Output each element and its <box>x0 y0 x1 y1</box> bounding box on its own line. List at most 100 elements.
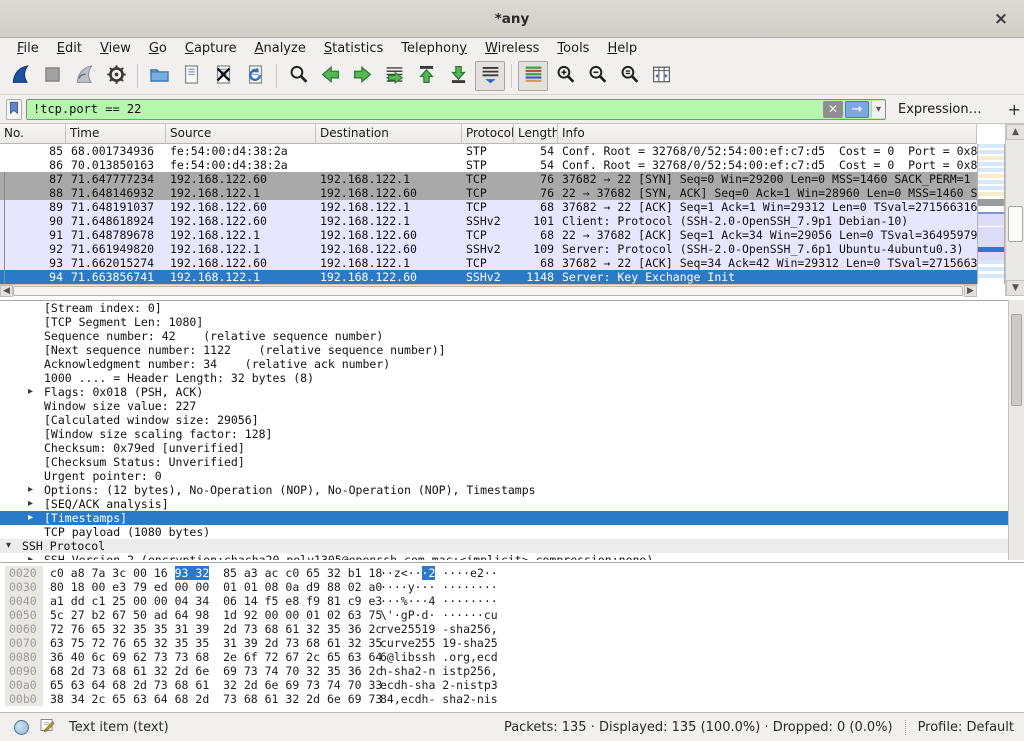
detail-line[interactable]: ▾SSH Protocol <box>0 539 1008 553</box>
expander-collapsed-icon[interactable]: ▸ <box>28 385 40 399</box>
column-header-destination[interactable]: Destination <box>316 124 462 143</box>
detail-line[interactable]: TCP payload (1080 bytes) <box>0 525 1008 539</box>
find-packet-button[interactable] <box>283 61 313 91</box>
details-scroll-thumb[interactable] <box>1011 314 1022 406</box>
detail-line[interactable]: [Calculated window size: 29056] <box>0 413 1008 427</box>
packet-row[interactable]: 9071.648618924192.168.122.60192.168.122.… <box>0 214 977 228</box>
packet-row[interactable]: 8568.001734936fe:54:00:d4:38:2aSTP54Conf… <box>0 144 977 158</box>
profile-button[interactable]: Profile: Default <box>918 720 1014 735</box>
detail-line[interactable]: ▸[Timestamps] <box>0 511 1008 525</box>
hex-row[interactable]: 00a065 63 64 68 2d 73 68 61 32 2d 6e 69 … <box>0 678 1024 692</box>
scroll-up-icon[interactable]: ▲ <box>1006 124 1024 140</box>
menu-wireless[interactable]: Wireless <box>476 40 548 57</box>
hex-bytes[interactable]: 63 75 72 76 65 32 35 35 31 39 2d 73 68 6… <box>50 636 382 650</box>
zoom-reset-button[interactable] <box>614 61 644 91</box>
hex-ascii[interactable]: ecdh-sha 2-nistp3 <box>380 678 498 692</box>
zoom-in-button[interactable] <box>550 61 580 91</box>
filter-apply-icon[interactable]: → <box>845 101 869 118</box>
column-header-source[interactable]: Source <box>166 124 316 143</box>
auto-scroll-button[interactable] <box>475 61 505 91</box>
start-capture-button[interactable] <box>5 61 35 91</box>
scroll-left-icon[interactable]: ◀ <box>0 285 13 297</box>
column-header-protocol[interactable]: Protocol <box>462 124 514 143</box>
hex-bytes[interactable]: c0 a8 7a 3c 00 16 93 32 85 a3 ac c0 65 3… <box>50 566 382 580</box>
hex-ascii[interactable]: \'·gP·d· ······cu <box>380 608 498 622</box>
filter-dropdown-icon[interactable]: ▾ <box>871 101 885 118</box>
hex-ascii[interactable]: 84,ecdh- sha2-nis <box>380 692 498 706</box>
open-file-button[interactable] <box>144 61 174 91</box>
hex-ascii[interactable]: rve25519 -sha256, <box>380 622 498 636</box>
save-file-button[interactable] <box>176 61 206 91</box>
detail-line[interactable]: [Window size scaling factor: 128] <box>0 427 1008 441</box>
packet-list-hscrollbar[interactable]: ◀ ▶ <box>0 284 977 296</box>
add-filter-button[interactable]: + <box>1002 100 1024 119</box>
detail-line[interactable]: 1000 .... = Header Length: 32 bytes (8) <box>0 371 1008 385</box>
expander-collapsed-icon[interactable]: ▸ <box>28 553 40 560</box>
detail-line[interactable]: [Checksum Status: Unverified] <box>0 455 1008 469</box>
hex-ascii[interactable]: ··z<···2 ····e2·· <box>380 566 498 580</box>
detail-line[interactable]: ▸SSH Version 2 (encryption:chacha20-poly… <box>0 553 1008 560</box>
hex-row[interactable]: 007063 75 72 76 65 32 35 35 31 39 2d 73 … <box>0 636 1024 650</box>
hex-bytes[interactable]: 5c 27 b2 67 50 ad 64 98 1d 92 00 00 01 0… <box>50 608 382 622</box>
detail-line[interactable]: [Stream index: 0] <box>0 301 1008 315</box>
detail-line[interactable]: Acknowledgment number: 34 (relative ack … <box>0 357 1008 371</box>
hex-row[interactable]: 0040a1 dd c1 25 00 00 04 34 06 14 f5 e8 … <box>0 594 1024 608</box>
expert-info-icon[interactable] <box>14 720 29 735</box>
menu-view[interactable]: View <box>91 40 140 57</box>
expander-collapsed-icon[interactable]: ▸ <box>28 483 40 497</box>
hex-bytes[interactable]: 72 76 65 32 35 35 31 39 2d 73 68 61 32 3… <box>50 622 382 636</box>
hex-ascii[interactable]: curve255 19-sha25 <box>380 636 498 650</box>
hex-row[interactable]: 006072 76 65 32 35 35 31 39 2d 73 68 61 … <box>0 622 1024 636</box>
hex-ascii[interactable]: ····y··· ········ <box>380 580 498 594</box>
hex-row[interactable]: 003080 18 00 e3 79 ed 00 00 01 01 08 0a … <box>0 580 1024 594</box>
detail-line[interactable]: Urgent pointer: 0 <box>0 469 1008 483</box>
hex-row[interactable]: 008036 40 6c 69 62 73 73 68 2e 6f 72 67 … <box>0 650 1024 664</box>
hex-bytes[interactable]: a1 dd c1 25 00 00 04 34 06 14 f5 e8 f9 8… <box>50 594 382 608</box>
column-header-info[interactable]: Info <box>558 124 977 143</box>
hex-ascii[interactable]: ···%···4 ········ <box>380 594 498 608</box>
go-back-button[interactable] <box>315 61 345 91</box>
menu-file[interactable]: File <box>8 40 48 57</box>
column-header-length[interactable]: Length <box>514 124 558 143</box>
menu-telephony[interactable]: Telephony <box>392 40 476 57</box>
detail-line[interactable]: ▸Options: (12 bytes), No-Operation (NOP)… <box>0 483 1008 497</box>
column-header-time[interactable]: Time <box>66 124 166 143</box>
hex-row[interactable]: 0020c0 a8 7a 3c 00 16 93 32 85 a3 ac c0 … <box>0 566 1024 580</box>
stop-capture-button[interactable] <box>37 61 67 91</box>
menu-tools[interactable]: Tools <box>548 40 598 57</box>
menu-analyze[interactable]: Analyze <box>246 40 315 57</box>
detail-line[interactable]: ▸[SEQ/ACK analysis] <box>0 497 1008 511</box>
capture-comment-icon[interactable] <box>39 717 55 737</box>
packet-row[interactable]: 9471.663856741192.168.122.1192.168.122.6… <box>0 270 977 284</box>
menu-statistics[interactable]: Statistics <box>315 40 392 57</box>
go-to-packet-button[interactable] <box>379 61 409 91</box>
detail-line[interactable]: Window size value: 227 <box>0 399 1008 413</box>
hex-row[interactable]: 009068 2d 73 68 61 32 2d 6e 69 73 74 70 … <box>0 664 1024 678</box>
packet-row[interactable]: 9271.661949820192.168.122.1192.168.122.6… <box>0 242 977 256</box>
go-forward-button[interactable] <box>347 61 377 91</box>
expression-button[interactable]: Expression… <box>898 102 982 117</box>
colorize-button[interactable] <box>518 61 548 91</box>
capture-options-button[interactable] <box>101 61 131 91</box>
hex-bytes[interactable]: 36 40 6c 69 62 73 73 68 2e 6f 72 67 2c 6… <box>50 650 382 664</box>
reload-file-button[interactable] <box>240 61 270 91</box>
hex-bytes[interactable]: 38 34 2c 65 63 64 68 2d 73 68 61 32 2d 6… <box>50 692 382 706</box>
packet-row[interactable]: 8670.013850163fe:54:00:d4:38:2aSTP54Conf… <box>0 158 977 172</box>
hscroll-thumb[interactable] <box>13 286 963 296</box>
packet-row[interactable]: 9171.648789678192.168.122.1192.168.122.6… <box>0 228 977 242</box>
detail-line[interactable]: [Next sequence number: 1122 (relative se… <box>0 343 1008 357</box>
column-header-no[interactable]: No. <box>0 124 66 143</box>
packet-list-vscrollbar[interactable]: ▲ ▼ <box>1005 124 1024 296</box>
hex-bytes[interactable]: 80 18 00 e3 79 ed 00 00 01 01 08 0a d9 8… <box>50 580 382 594</box>
menu-help[interactable]: Help <box>598 40 646 57</box>
expander-expanded-icon[interactable]: ▾ <box>6 539 18 553</box>
hex-bytes[interactable]: 68 2d 73 68 61 32 2d 6e 69 73 74 70 32 3… <box>50 664 382 678</box>
close-file-button[interactable] <box>208 61 238 91</box>
detail-line[interactable]: ▸Flags: 0x018 (PSH, ACK) <box>0 385 1008 399</box>
detail-line[interactable]: Checksum: 0x79ed [unverified] <box>0 441 1008 455</box>
scroll-right-icon[interactable]: ▶ <box>964 285 977 297</box>
hex-row[interactable]: 00b038 34 2c 65 63 64 68 2d 73 68 61 32 … <box>0 692 1024 706</box>
menu-edit[interactable]: Edit <box>48 40 91 57</box>
packet-row[interactable]: 9371.662015274192.168.122.60192.168.122.… <box>0 256 977 270</box>
expander-collapsed-icon[interactable]: ▸ <box>28 497 40 511</box>
